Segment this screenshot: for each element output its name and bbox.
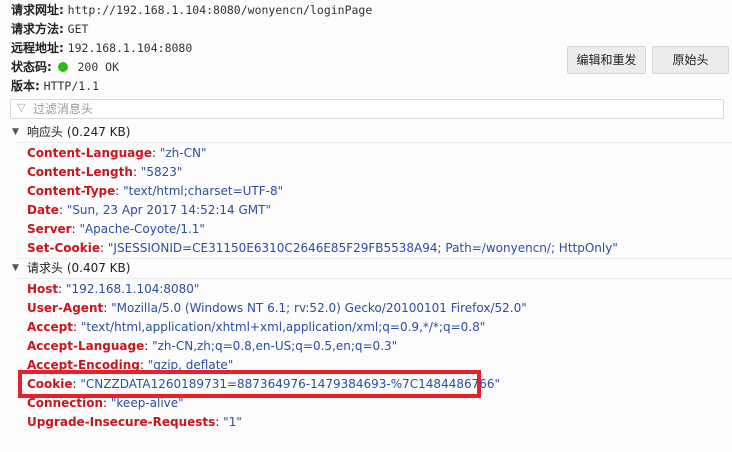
- request-headers-title: 请求头 (0.407 KB): [27, 261, 131, 275]
- request-url-value: http://192.168.1.104:8080/wonyencn/login…: [67, 3, 373, 17]
- collapse-arrow-icon: ▼: [12, 263, 19, 273]
- header-name: Accept: [27, 320, 73, 334]
- header-value: "text/html;charset=UTF-8": [123, 184, 284, 198]
- status-label: 状态码:: [11, 60, 52, 74]
- header-row[interactable]: User-Agent: "Mozilla/5.0 (Windows NT 6.1…: [27, 299, 527, 318]
- method-row: 请求方法: GET: [11, 20, 88, 38]
- collapse-arrow-icon: ▼: [12, 127, 19, 137]
- header-value: "zh-CN": [159, 146, 207, 160]
- header-row[interactable]: Server: "Apache-Coyote/1.1": [27, 220, 205, 239]
- header-name: Content-Type: [27, 184, 116, 198]
- edit-and-resend-button[interactable]: 编辑和重发: [567, 46, 646, 74]
- header-value: "1": [223, 415, 242, 429]
- header-row[interactable]: Content-Type: "text/html;charset=UTF-8": [27, 182, 283, 201]
- header-row[interactable]: Upgrade-Insecure-Requests: "1": [27, 413, 242, 432]
- header-name: Server: [27, 222, 72, 236]
- request-headers-section-toggle[interactable]: ▼ 请求头 (0.407 KB): [0, 259, 732, 278]
- status-row: 状态码: 200 OK: [11, 58, 119, 76]
- version-value: HTTP/1.1: [43, 79, 100, 93]
- header-value: "5823": [140, 165, 183, 179]
- remote-address-label: 远程地址:: [11, 41, 64, 55]
- header-value: "192.168.1.104:8080": [66, 282, 200, 296]
- header-value: "Sun, 23 Apr 2017 14:52:14 GMT": [66, 203, 271, 217]
- header-name: Content-Language: [27, 146, 152, 160]
- method-value: GET: [67, 22, 89, 36]
- header-name: Date: [27, 203, 59, 217]
- header-row[interactable]: Content-Language: "zh-CN": [27, 144, 206, 163]
- header-value: "keep-alive": [110, 396, 184, 410]
- divider: [17, 142, 732, 143]
- filter-icon: ▽: [17, 101, 26, 114]
- header-row[interactable]: Accept: "text/html,application/xhtml+xml…: [27, 318, 485, 337]
- raw-headers-button[interactable]: 原始头: [652, 46, 729, 74]
- header-value: "Mozilla/5.0 (Windows NT 6.1; rv:52.0) G…: [111, 301, 527, 315]
- filter-placeholder: 过滤消息头: [33, 102, 94, 116]
- header-value: "text/html,application/xhtml+xml,applica…: [80, 320, 486, 334]
- response-headers-title: 响应头 (0.247 KB): [27, 125, 131, 139]
- remote-address-row: 远程地址: 192.168.1.104:8080: [11, 39, 192, 57]
- header-value: "JSESSIONID=CE31150E6310C2646E85F29FB553…: [107, 241, 618, 255]
- remote-address-value: 192.168.1.104:8080: [67, 41, 193, 55]
- header-name: Upgrade-Insecure-Requests: [27, 415, 216, 429]
- status-ok-dot-icon: [57, 62, 68, 72]
- response-headers-section-toggle[interactable]: ▼ 响应头 (0.247 KB): [0, 123, 732, 142]
- header-row[interactable]: Accept-Language: "zh-CN,zh;q=0.8,en-US;q…: [27, 337, 397, 356]
- header-name: Host: [27, 282, 59, 296]
- header-row[interactable]: Set-Cookie: "JSESSIONID=CE31150E6310C264…: [27, 239, 618, 258]
- header-name: Accept-Language: [27, 339, 145, 353]
- divider: [17, 278, 732, 279]
- header-value: "CNZZDATA1260189731=887364976-1479384693…: [80, 377, 501, 391]
- header-name: Cookie: [27, 377, 73, 391]
- filter-headers-input[interactable]: ▽ 过滤消息头: [10, 99, 724, 119]
- header-row[interactable]: Date: "Sun, 23 Apr 2017 14:52:14 GMT": [27, 201, 271, 220]
- request-summary: 请求网址: http://192.168.1.104:8080/wonyencn…: [0, 0, 732, 98]
- header-name: Content-Length: [27, 165, 133, 179]
- version-label: 版本:: [11, 79, 40, 93]
- header-value: "zh-CN,zh;q=0.8,en-US;q=0.5,en;q=0.3": [152, 339, 398, 353]
- header-row[interactable]: Host: "192.168.1.104:8080": [27, 280, 199, 299]
- request-url-row: 请求网址: http://192.168.1.104:8080/wonyencn…: [11, 1, 372, 19]
- header-row-cookie[interactable]: Cookie: "CNZZDATA1260189731=887364976-14…: [27, 375, 500, 394]
- header-row[interactable]: Content-Length: "5823": [27, 163, 182, 182]
- header-name: User-Agent: [27, 301, 104, 315]
- request-url-label: 请求网址:: [11, 3, 64, 17]
- header-name: Set-Cookie: [27, 241, 101, 255]
- header-name: Connection: [27, 396, 104, 410]
- method-label: 请求方法:: [11, 22, 64, 36]
- status-value: 200 OK: [77, 60, 120, 74]
- header-value: "Apache-Coyote/1.1": [79, 222, 205, 236]
- version-row: 版本: HTTP/1.1: [11, 77, 99, 95]
